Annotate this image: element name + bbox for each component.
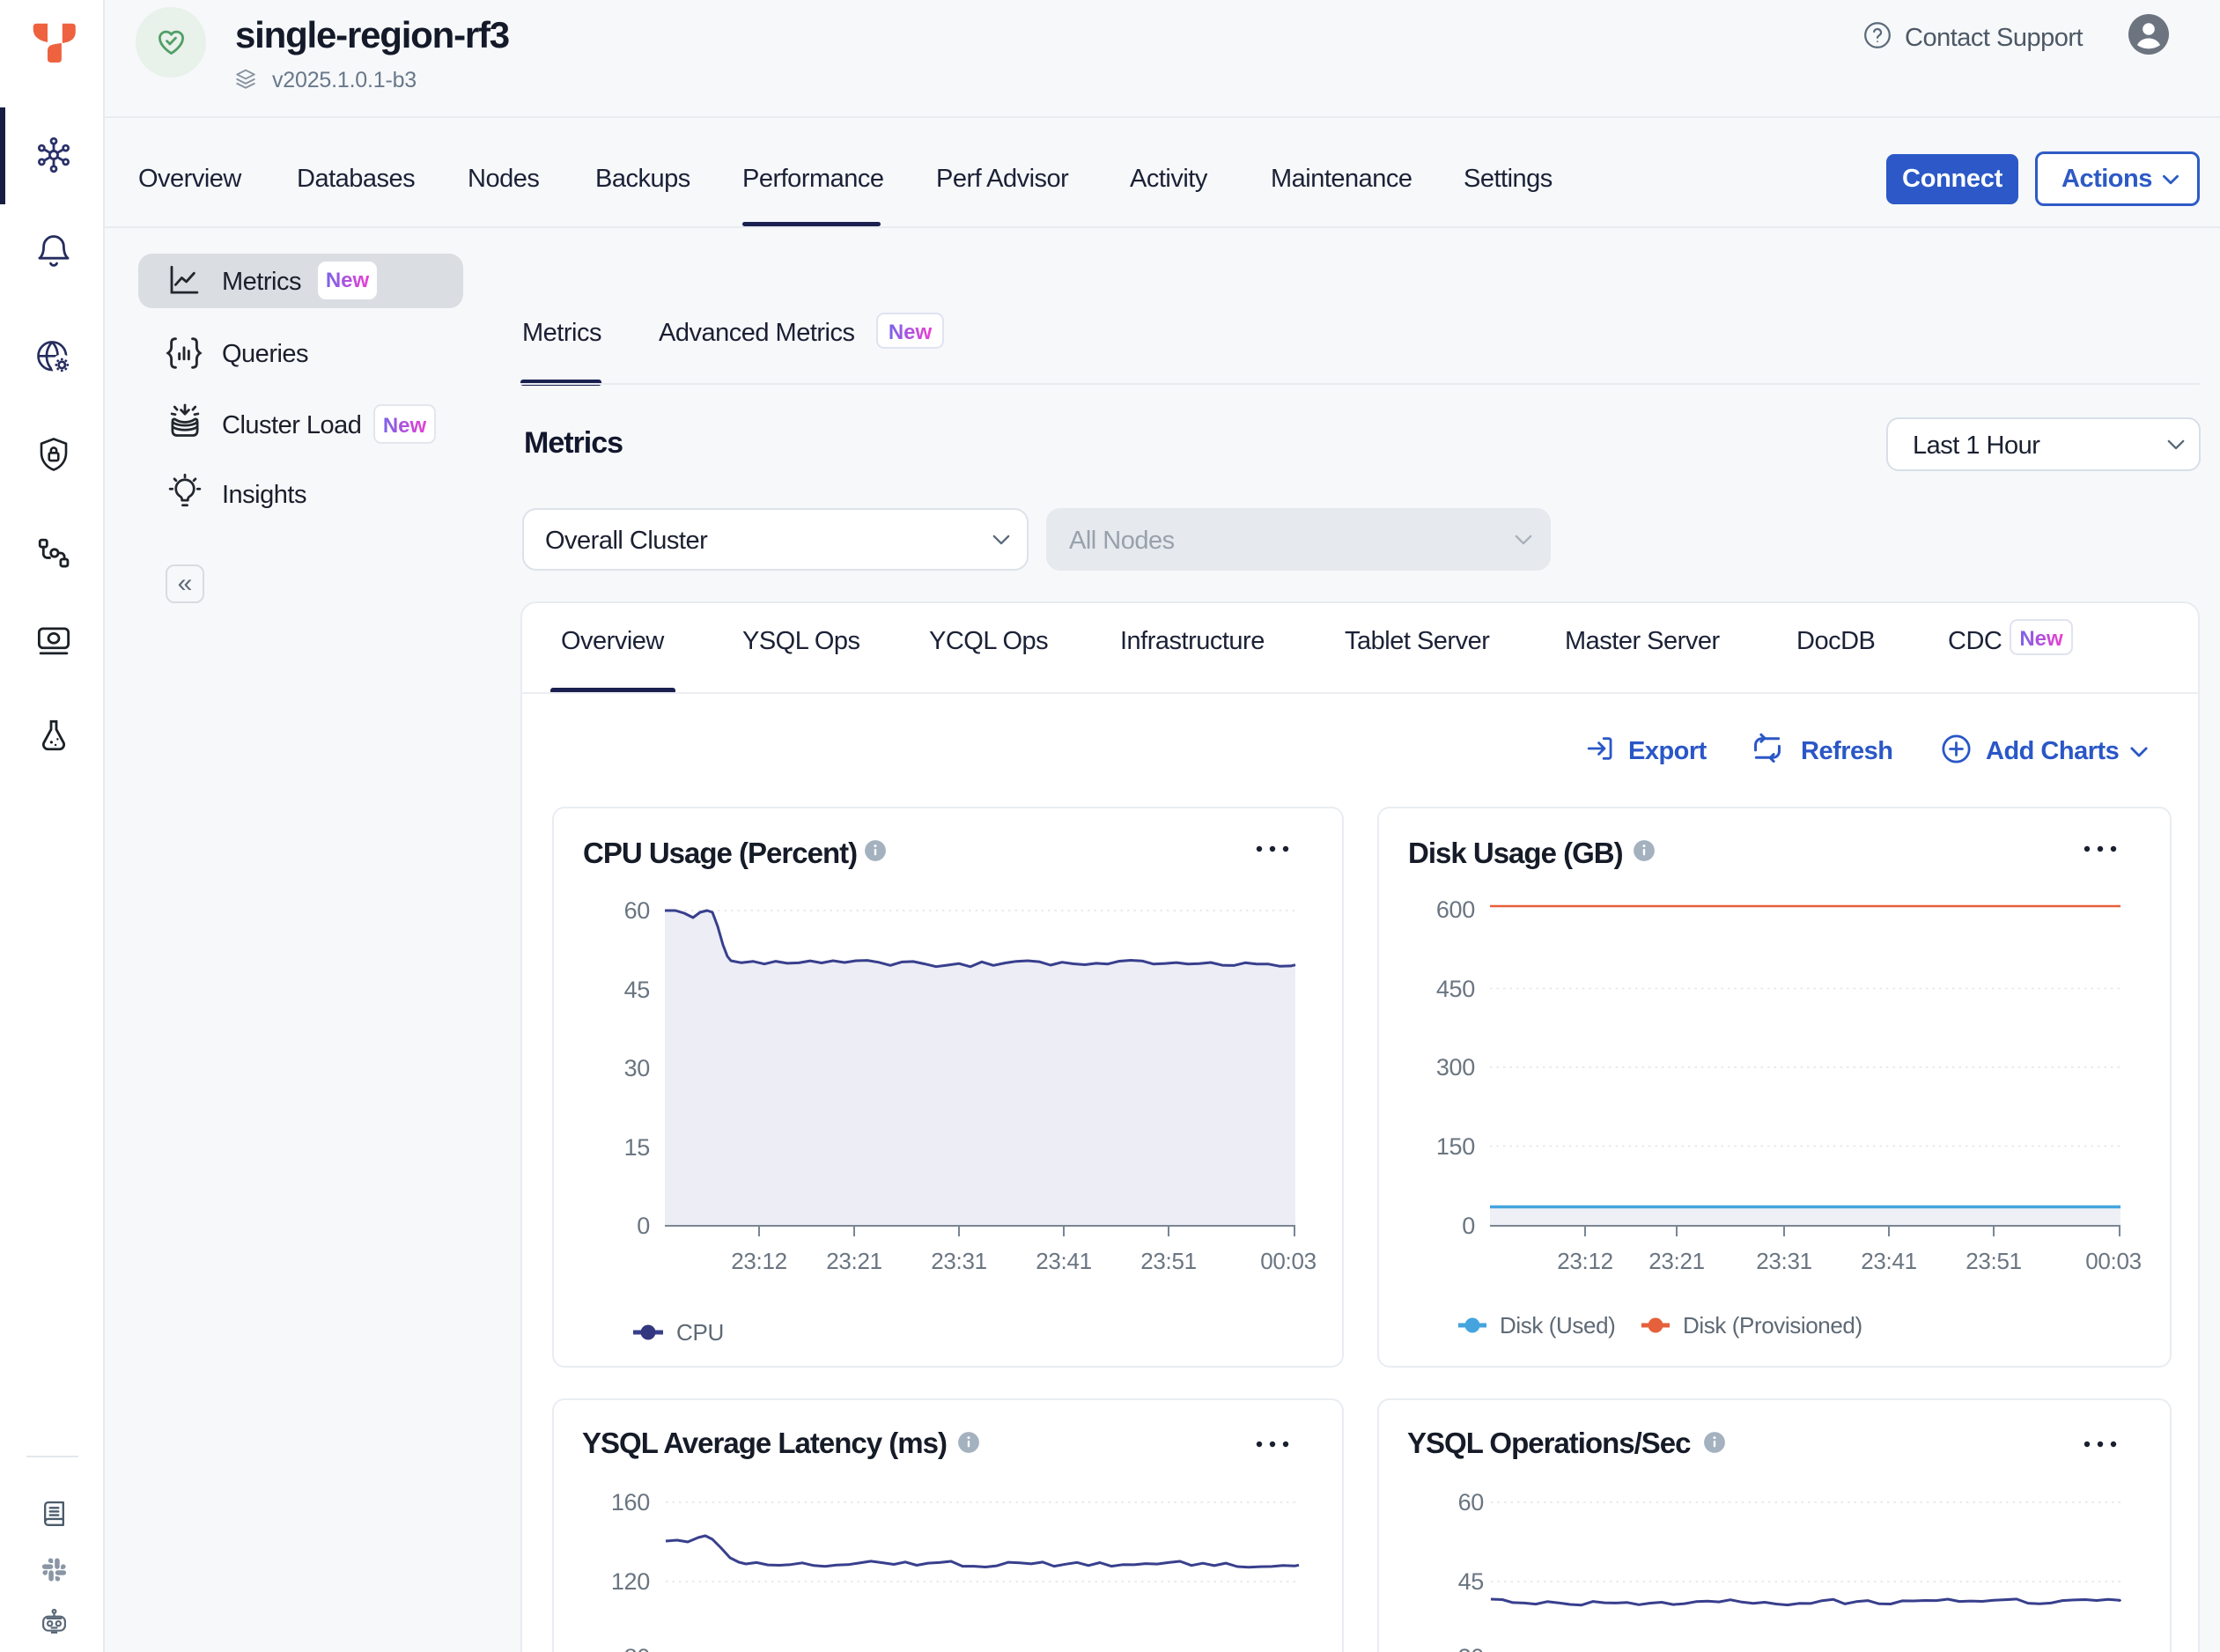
svg-text:30: 30 xyxy=(624,1055,650,1081)
svg-text:0: 0 xyxy=(1462,1213,1475,1239)
svg-text:0: 0 xyxy=(637,1213,650,1239)
svg-text:23:51: 23:51 xyxy=(1140,1248,1197,1274)
svg-text:00:03: 00:03 xyxy=(1260,1248,1317,1274)
svg-text:23:51: 23:51 xyxy=(1966,1248,2022,1274)
svg-text:45: 45 xyxy=(1458,1568,1484,1595)
svg-text:23:21: 23:21 xyxy=(1648,1248,1705,1274)
svg-text:Disk (Used): Disk (Used) xyxy=(1500,1312,1615,1339)
svg-text:23:21: 23:21 xyxy=(826,1248,882,1274)
svg-text:23:31: 23:31 xyxy=(1756,1248,1812,1274)
svg-text:300: 300 xyxy=(1436,1054,1475,1080)
svg-text:Disk (Provisioned): Disk (Provisioned) xyxy=(1683,1312,1862,1339)
svg-text:120: 120 xyxy=(611,1568,650,1595)
svg-text:CPU: CPU xyxy=(676,1319,724,1346)
svg-text:23:12: 23:12 xyxy=(1557,1248,1613,1274)
svg-text:23:41: 23:41 xyxy=(1036,1248,1092,1274)
svg-text:150: 150 xyxy=(1436,1133,1475,1160)
svg-text:600: 600 xyxy=(1436,896,1475,923)
svg-text:160: 160 xyxy=(611,1489,650,1516)
svg-text:45: 45 xyxy=(624,977,650,1003)
svg-text:60: 60 xyxy=(1458,1489,1484,1516)
svg-text:15: 15 xyxy=(624,1134,650,1161)
svg-text:23:31: 23:31 xyxy=(931,1248,987,1274)
svg-text:60: 60 xyxy=(624,897,650,924)
svg-text:23:12: 23:12 xyxy=(731,1248,787,1274)
svg-text:30: 30 xyxy=(1458,1644,1484,1652)
svg-text:80: 80 xyxy=(624,1644,650,1652)
svg-text:450: 450 xyxy=(1436,976,1475,1002)
svg-text:00:03: 00:03 xyxy=(2085,1248,2142,1274)
svg-text:23:41: 23:41 xyxy=(1861,1248,1917,1274)
